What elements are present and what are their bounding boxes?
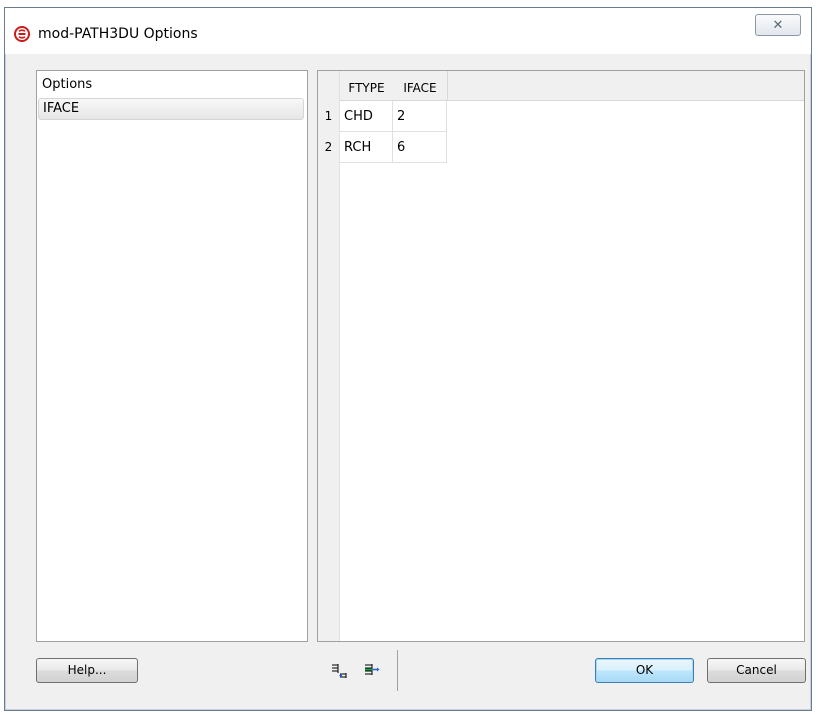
ok-button[interactable]: OK (595, 658, 694, 683)
cancel-button[interactable]: Cancel (707, 658, 806, 683)
column-header-iface[interactable]: IFACE (393, 71, 448, 100)
options-dialog: mod-PATH3DU Options ✕ Options IFACE FTYP… (4, 7, 812, 711)
window-title: mod-PATH3DU Options (38, 26, 198, 42)
insert-row-icon[interactable] (330, 662, 348, 680)
append-row-icon[interactable] (362, 662, 380, 680)
close-icon: ✕ (772, 17, 784, 33)
options-list-header: Options (42, 77, 93, 92)
row-number[interactable]: 1 (318, 101, 339, 132)
options-list[interactable]: Options IFACE (36, 70, 308, 642)
close-button[interactable]: ✕ (755, 14, 801, 36)
column-header-ftype[interactable]: FTYPE (340, 71, 393, 100)
table-cell-iface[interactable]: 2 (393, 101, 447, 132)
row-number[interactable]: 2 (318, 132, 339, 163)
help-button[interactable]: Help... (36, 658, 138, 683)
title-bar[interactable]: mod-PATH3DU Options ✕ (5, 8, 811, 54)
table-cell-ftype[interactable]: CHD (340, 101, 393, 132)
app-logo-icon (14, 26, 30, 42)
table-cell-iface[interactable]: 6 (393, 132, 447, 163)
options-list-item-iface[interactable]: IFACE (38, 98, 304, 120)
parameter-table[interactable]: FTYPE IFACE 1 CHD 2 2 RCH 6 (317, 70, 805, 642)
dialog-body: Options IFACE FTYPE IFACE 1 CHD 2 2 RCH … (10, 54, 806, 704)
table-cell-ftype[interactable]: RCH (340, 132, 393, 163)
row-toolbar (318, 650, 398, 691)
